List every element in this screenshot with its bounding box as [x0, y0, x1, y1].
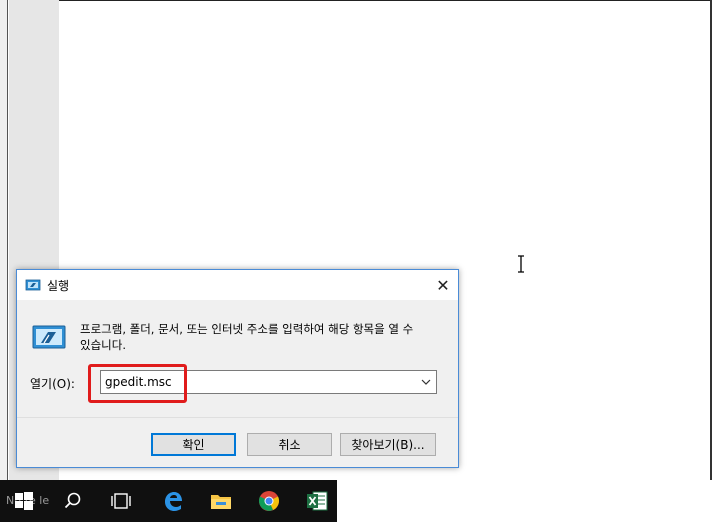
taskbar-excel[interactable] — [299, 480, 335, 522]
run-dialog: 실행 ✕ 프로그램, 폴더, 문서, 또는 인터넷 주소를 입력하여 해당 항목… — [16, 269, 459, 468]
close-icon: ✕ — [436, 275, 450, 295]
chrome-icon — [259, 491, 279, 511]
windows-start-icon — [15, 492, 33, 510]
open-label: 열기(O): — [30, 377, 75, 391]
search-icon — [64, 492, 81, 509]
dropdown-button[interactable] — [418, 371, 434, 393]
dialog-button-area: 확인 취소 찾아보기(B)... — [17, 417, 458, 467]
run-large-icon — [32, 325, 66, 349]
file-explorer-icon — [211, 495, 231, 509]
start-button[interactable] — [6, 480, 42, 522]
browse-button[interactable]: 찾아보기(B)... — [340, 433, 436, 456]
taskbar-chrome[interactable] — [251, 480, 287, 522]
close-button[interactable]: ✕ — [428, 270, 458, 300]
taskbar-search-button[interactable] — [55, 480, 91, 522]
dialog-title: 실행 — [47, 279, 70, 293]
excel-icon — [307, 491, 328, 511]
taskbar-file-explorer[interactable] — [203, 480, 239, 522]
text-cursor-icon — [518, 255, 524, 273]
edge-icon — [165, 492, 182, 511]
ok-button[interactable]: 확인 — [151, 433, 236, 456]
annotation-highlight — [88, 364, 187, 403]
dialog-title-bar[interactable]: 실행 ✕ — [17, 270, 458, 300]
taskbar: Nh te le — [0, 480, 337, 522]
cancel-button[interactable]: 취소 — [247, 433, 332, 456]
chevron-down-icon — [421, 379, 431, 385]
task-view-icon — [111, 493, 131, 509]
left-window-edge — [0, 0, 8, 480]
task-view-button[interactable] — [103, 480, 139, 522]
dialog-description: 프로그램, 폴더, 문서, 또는 인터넷 주소를 입력하여 해당 항목을 열 수… — [80, 322, 414, 352]
taskbar-edge[interactable] — [155, 480, 191, 522]
run-app-icon — [25, 279, 41, 291]
